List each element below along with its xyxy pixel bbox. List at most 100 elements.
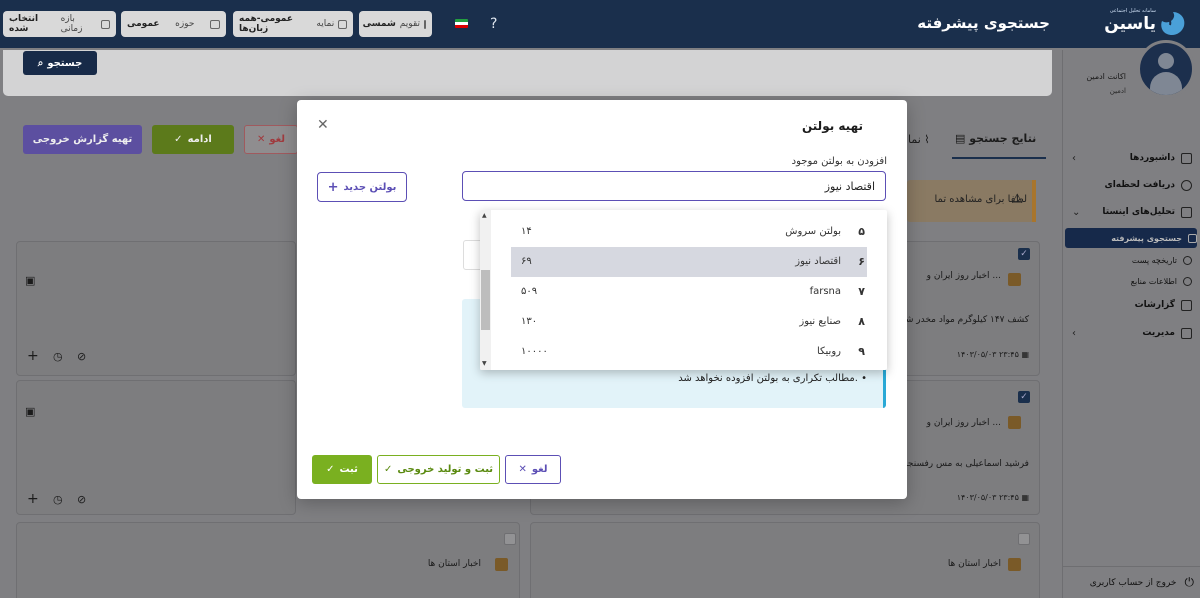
option-number: ۶ <box>858 255 865 268</box>
help-icon[interactable]: ? <box>490 16 497 32</box>
analytics-icon <box>1181 206 1192 218</box>
plus-icon: + <box>327 179 339 195</box>
close-icon: ✕ <box>256 134 266 145</box>
tab-partial[interactable]: نما ⌇ <box>908 133 930 146</box>
card-checkbox[interactable] <box>1018 533 1030 545</box>
toolbar-cancel-button[interactable]: ✕ لغو <box>244 125 298 154</box>
top-bar: سامانه تحلیل اجتماعی یاسین جستجوی پیشرفت… <box>0 0 1200 48</box>
dropdown-option[interactable]: ۵ بولتن سروش ۱۴ <box>511 217 867 247</box>
logout-label: خروج از حساب کاربری <box>1089 577 1177 588</box>
sidebar-item-sources-info[interactable]: اطلاعات منابع <box>1068 271 1192 291</box>
logout-button[interactable]: ⏻ خروج از حساب کاربری <box>1062 566 1200 598</box>
tab-search-results-label: نتایج جستجو <box>969 132 1037 145</box>
search-button[interactable]: ⌕ جستجو <box>23 51 97 75</box>
sidebar-item-post-history[interactable]: تاریخچه پست <box>1068 250 1192 270</box>
period-selector[interactable]: بازه زمانی انتخاب شده <box>3 11 116 37</box>
page-title: جستجوی پیشرفته <box>917 14 1050 32</box>
save-button[interactable]: ✓ ثبت <box>312 455 372 484</box>
option-count: ۶۹ <box>521 256 532 267</box>
link-icon[interactable]: ⊘ <box>77 493 86 506</box>
new-bulletin-label: بولتن جدید <box>343 181 397 193</box>
domain-label: حوزه <box>175 19 195 29</box>
card-source: اخبار استان ها <box>947 559 1001 569</box>
result-card[interactable]: اخبار استان ها <box>16 522 520 598</box>
save-and-export-label: ثبت و تولید خروجی <box>397 464 494 475</box>
display-value: عمومی-همه زبان‌ها <box>239 14 293 34</box>
cancel-button[interactable]: ✕ لغو <box>505 455 561 484</box>
display-icon <box>338 19 347 29</box>
image-icon: ▣ <box>25 405 36 418</box>
app-logo[interactable]: سامانه تحلیل اجتماعی یاسین <box>1100 8 1188 40</box>
scrollbar-thumb[interactable] <box>481 270 490 330</box>
check-icon: ✓ <box>174 134 183 145</box>
option-name: اقتصاد نیوز <box>795 256 841 267</box>
avatar-head <box>1158 53 1174 69</box>
scroll-up-icon[interactable]: ▲ <box>482 212 487 219</box>
chevron-left-icon: ‹ <box>1072 327 1076 339</box>
result-card[interactable]: اخبار استان ها <box>530 522 1040 598</box>
add-icon[interactable]: + <box>27 348 39 364</box>
card-date: ۱۴۰۳/۰۵/۰۳ ۲۳:۴۵ ▦ <box>957 493 1029 502</box>
tab-search-results[interactable]: ▤ نتایج جستجو <box>955 132 1036 145</box>
warning-icon: ⚠ <box>1011 192 1023 207</box>
add-icon[interactable]: + <box>27 491 39 507</box>
option-name: روبیکا <box>816 346 841 357</box>
logo-icon <box>1161 12 1185 36</box>
calendar-selector[interactable]: تقویم شمسی <box>359 11 432 37</box>
display-selector[interactable]: نمایه عمومی-همه زبان‌ها <box>233 11 353 37</box>
sidebar-item-reports[interactable]: گزارشات <box>1068 295 1192 315</box>
card-excerpt: کشف ۱۴۷ کیلوگرم مواد مخدر شی <box>898 315 1029 325</box>
option-number: ۵ <box>858 225 865 238</box>
bulletin-dropdown: ▲ ▼ ۵ بولتن سروش ۱۴ ۶ اقتصاد نیوز ۶۹ ۷ f… <box>480 210 887 370</box>
close-icon[interactable]: ✕ <box>317 117 329 133</box>
dropdown-option-selected[interactable]: ۶ اقتصاد نیوز ۶۹ <box>511 247 867 277</box>
result-card[interactable]: ▣ + ◷ ⊘ <box>16 241 296 376</box>
export-report-button[interactable]: تهیه گزارش خروجی <box>23 125 142 154</box>
option-count: ۱۴ <box>521 226 532 237</box>
clock-icon[interactable]: ◷ <box>53 350 63 363</box>
sidebar-item-insta-analytics[interactable]: تحلیل‌های اینستا ⌄ <box>1068 202 1192 222</box>
save-label: ثبت <box>339 464 358 475</box>
broadcast-icon <box>1181 179 1192 191</box>
info-text: مطالب تکراری به بولتن افزوده نخواهد شد. … <box>678 373 867 384</box>
option-name: صنایع نیوز <box>799 316 841 327</box>
dropdown-option[interactable]: ۷ farsna ۵۰۹ <box>511 277 867 307</box>
tab-partial-label: نما <box>908 133 921 146</box>
sidebar-item-management[interactable]: مدیریت ‹ <box>1068 323 1192 343</box>
link-icon[interactable]: ⊘ <box>77 350 86 363</box>
new-bulletin-button[interactable]: + بولتن جدید <box>317 172 407 202</box>
dropdown-option[interactable]: ۹ روبیکا ۱۰۰۰۰ <box>511 337 867 367</box>
info-icon <box>1183 276 1192 286</box>
search-panel <box>3 50 1052 96</box>
chart-icon: ⌇ <box>924 133 930 146</box>
card-checkbox[interactable]: ✓ <box>1018 391 1030 403</box>
result-card[interactable]: ▣ + ◷ ⊘ <box>16 380 296 515</box>
sidebar-item-dashboards[interactable]: داشبوردها ‹ <box>1068 148 1192 168</box>
scroll-down-icon[interactable]: ▼ <box>482 360 487 367</box>
card-source: اخبار روز ایران و ... <box>926 271 1001 281</box>
clock-icon[interactable]: ◷ <box>53 493 63 506</box>
account-role: ادمین <box>1109 87 1126 95</box>
sidebar-item-label: اطلاعات منابع <box>1130 276 1177 286</box>
display-label: نمایه <box>316 19 335 29</box>
save-and-export-button[interactable]: ✓ ثبت و تولید خروجی <box>377 455 500 484</box>
chevron-left-icon: ‹ <box>1072 152 1076 164</box>
card-excerpt: فرشید اسماعیلی به مس رفسنجان <box>898 459 1029 469</box>
dropdown-option[interactable]: ۸ صنایع نیوز ۱۳۰ <box>511 307 867 337</box>
option-number: ۸ <box>858 315 865 328</box>
avatar[interactable] <box>1137 40 1195 98</box>
option-name: بولتن سروش <box>785 226 841 237</box>
calendar-value: شمسی <box>362 19 396 29</box>
language-flag-icon[interactable] <box>455 19 468 28</box>
sidebar-item-realtime[interactable]: دریافت لحظه‌ای <box>1068 175 1192 195</box>
rss-icon <box>1008 416 1021 429</box>
card-checkbox[interactable]: ✓ <box>1018 248 1030 260</box>
dropdown-scrollbar[interactable]: ▲ ▼ <box>480 210 491 370</box>
existing-bulletin-input[interactable] <box>462 171 886 201</box>
domain-selector[interactable]: حوزه عمومی <box>121 11 226 37</box>
close-icon: ✕ <box>518 464 527 475</box>
card-checkbox[interactable] <box>504 533 516 545</box>
sidebar-item-advanced-search[interactable]: جستجوی پیشرفته <box>1065 228 1197 248</box>
search-button-label: جستجو <box>47 57 83 69</box>
continue-button[interactable]: ✓ ادامه <box>152 125 234 154</box>
